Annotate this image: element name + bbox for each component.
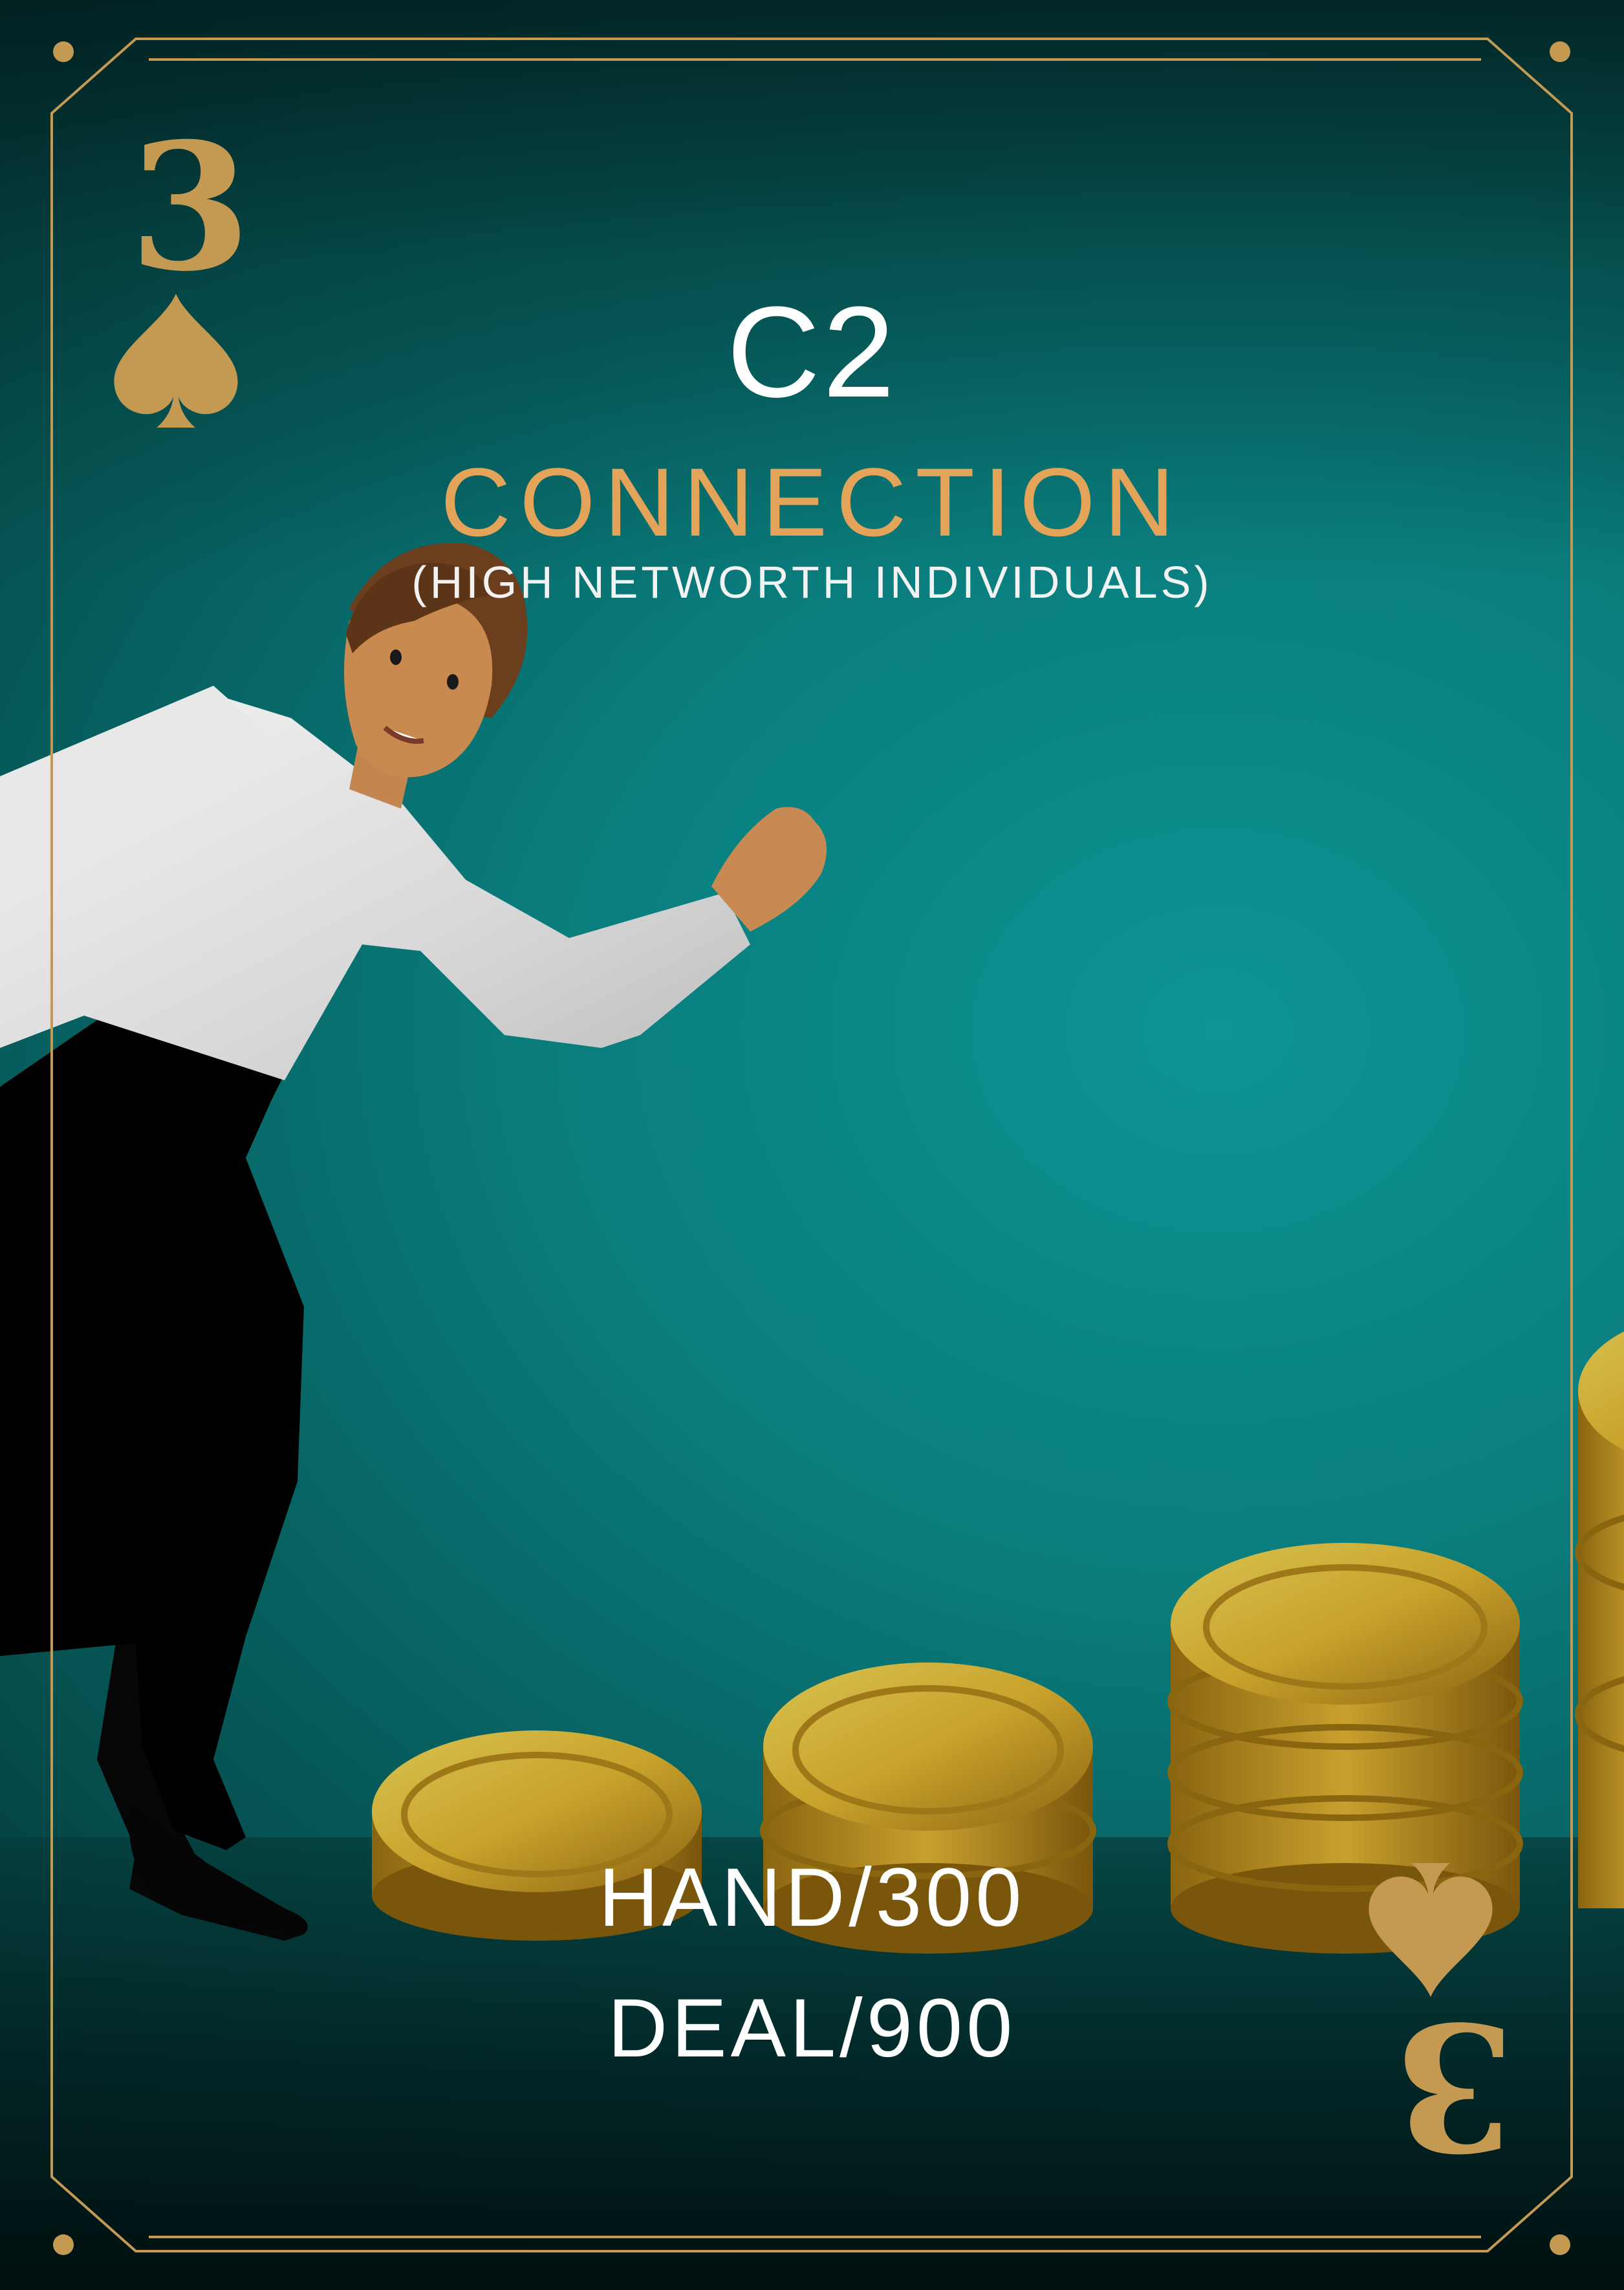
card-category: CONNECTION (440, 448, 1184, 556)
rank-top-left: 3 (129, 104, 251, 310)
corner-dot (53, 2234, 74, 2255)
corner-dot (53, 41, 74, 62)
card-code: C2 (726, 280, 898, 424)
corner-dot (1550, 41, 1570, 62)
card-description: (HIGH NETWORTH INDIVIDUALS) (411, 557, 1213, 607)
hand-value: HAND/300 (598, 1851, 1026, 1944)
corner-dot (1550, 2234, 1570, 2255)
playing-card[interactable]: 3 3 C2 CONNECTION (HIGH NETWORTH INDIVID… (0, 0, 1624, 2290)
deal-value: DEAL/900 (607, 1982, 1017, 2075)
